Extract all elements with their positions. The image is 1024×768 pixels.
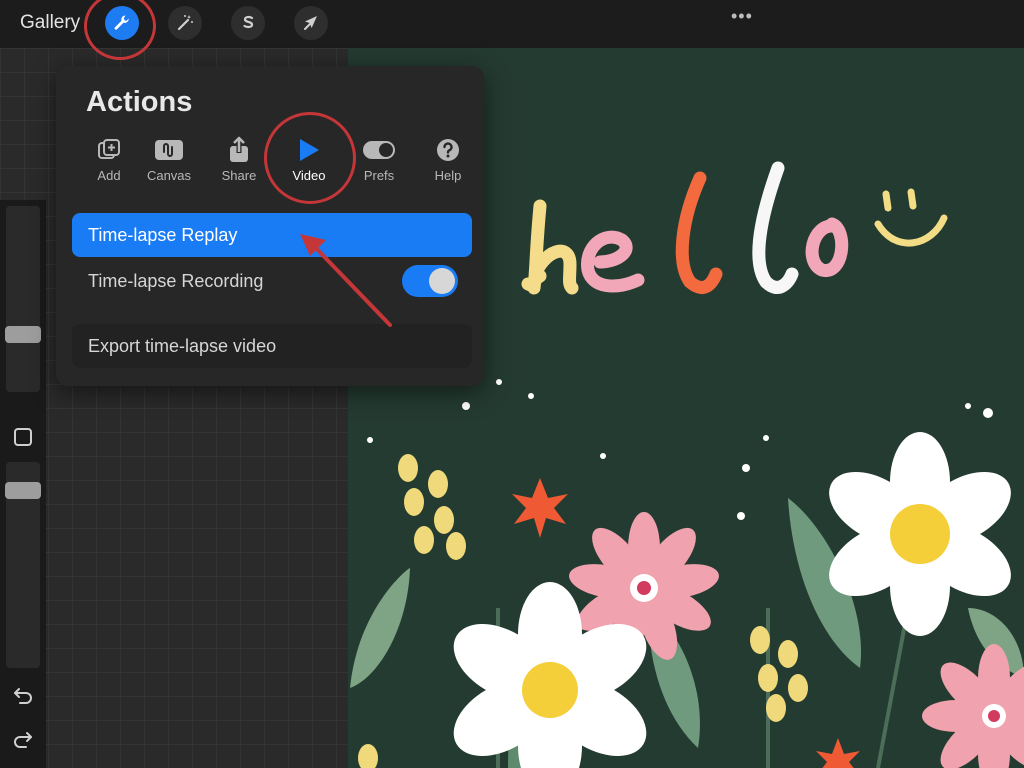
selection-button[interactable] [231, 6, 265, 40]
arrow-cursor-icon [304, 16, 317, 30]
adjustments-button[interactable] [168, 6, 202, 40]
time-lapse-replay-row[interactable]: Time-lapse Replay [72, 213, 472, 257]
opacity-thumb[interactable] [5, 482, 41, 499]
more-options-icon[interactable]: ••• [731, 6, 753, 27]
panel-title: Actions [86, 86, 193, 118]
time-lapse-recording-row: Time-lapse Recording [72, 259, 472, 303]
undo-icon[interactable] [12, 684, 34, 706]
tab-prefs[interactable]: Prefs [350, 136, 408, 183]
brush-size-slider[interactable] [5, 206, 41, 392]
tab-add[interactable]: Add [80, 136, 138, 183]
smiley-doodle [874, 188, 948, 247]
redo-icon[interactable] [12, 728, 34, 750]
export-time-lapse-label: Export time-lapse video [88, 336, 277, 356]
share-icon [230, 136, 248, 162]
tab-share[interactable]: Share [210, 136, 268, 183]
time-lapse-recording-label: Time-lapse Recording [88, 271, 264, 291]
export-time-lapse-row[interactable]: Export time-lapse video [72, 324, 472, 368]
annotation-circle-video [264, 112, 356, 204]
canvas-icon [155, 140, 183, 160]
add-icon [98, 139, 120, 159]
toggle-knob [429, 268, 455, 294]
magic-wand-icon [177, 15, 193, 31]
opacity-slider[interactable] [5, 462, 41, 668]
tab-canvas[interactable]: Canvas [140, 136, 198, 183]
tab-help[interactable]: Help [419, 136, 477, 183]
toggle-icon [363, 141, 395, 159]
selection-s-icon [243, 15, 254, 29]
time-lapse-replay-label: Time-lapse Replay [88, 225, 238, 245]
hello-lettering [521, 161, 849, 295]
gallery-button[interactable]: Gallery [20, 12, 80, 34]
left-sidebar [0, 200, 46, 768]
time-lapse-recording-toggle[interactable] [402, 265, 458, 297]
actions-panel: Actions Add Canvas Share Video Prefs Hel… [56, 66, 484, 386]
help-icon [437, 139, 459, 161]
modify-square-icon[interactable] [12, 426, 34, 448]
transform-button[interactable] [294, 6, 328, 40]
brush-size-thumb[interactable] [5, 326, 41, 343]
